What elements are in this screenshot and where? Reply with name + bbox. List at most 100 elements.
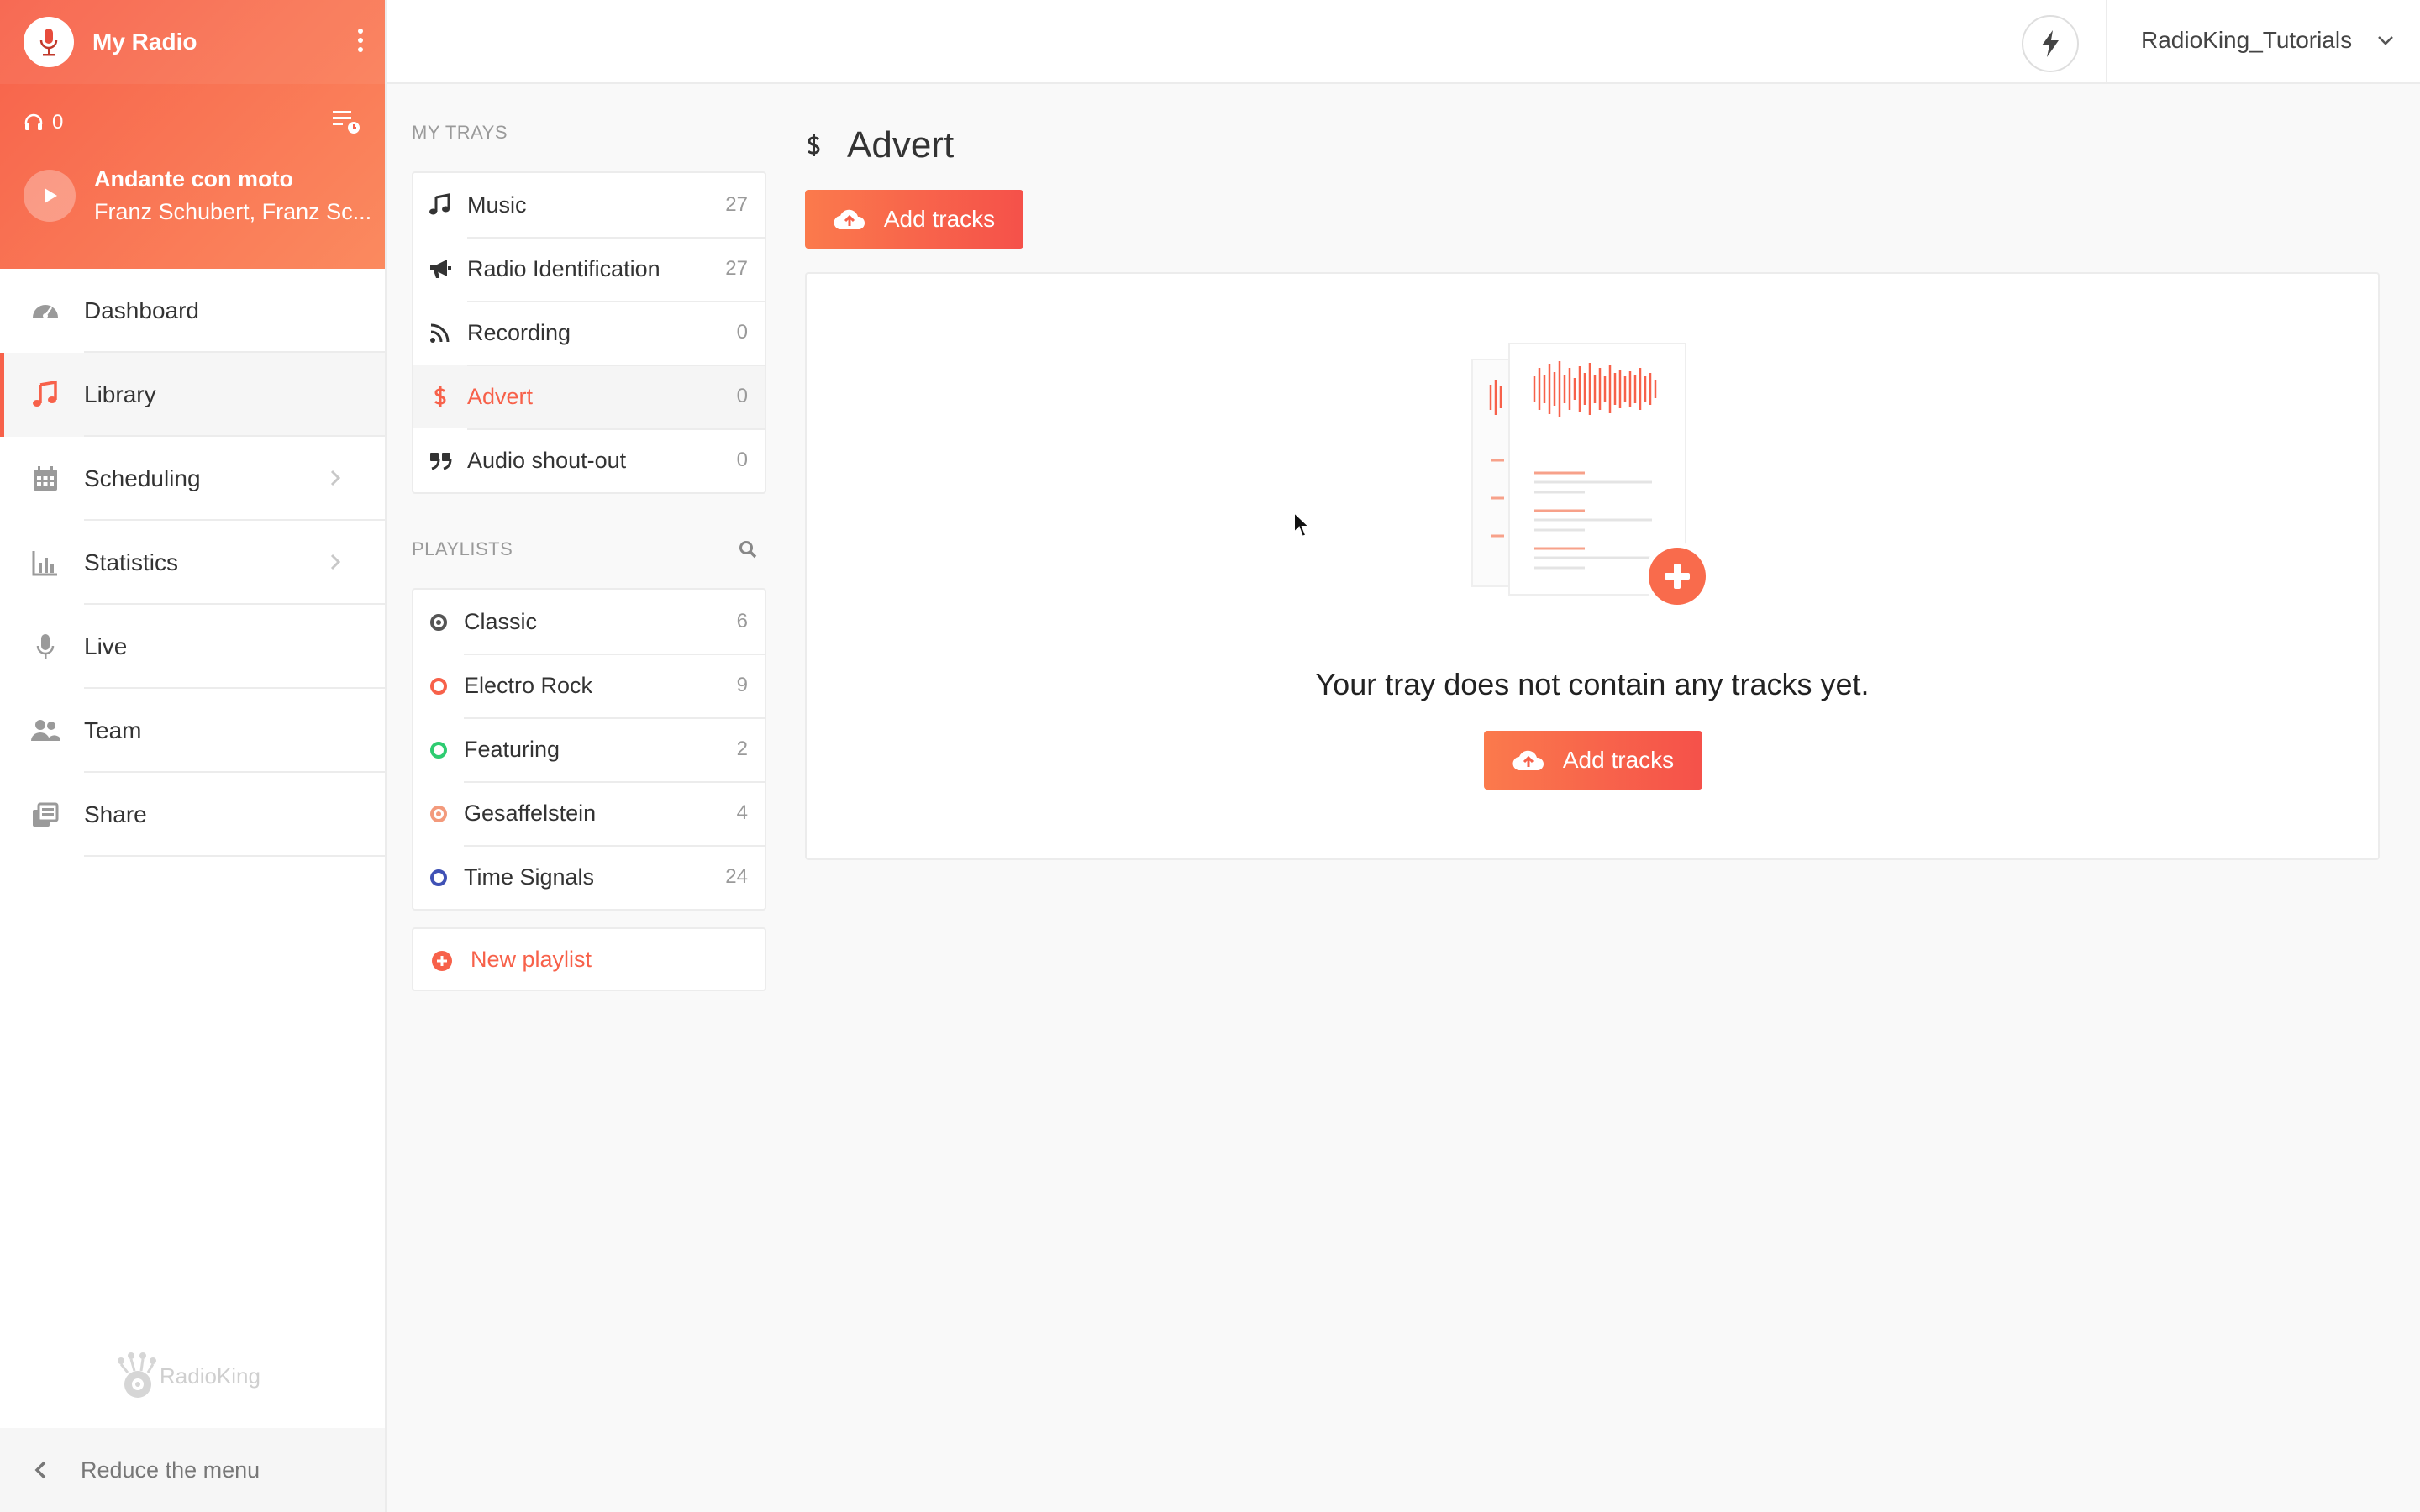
topbar: RadioKing_Tutorials [387,0,2420,84]
playlist-color-dot [430,614,447,631]
tray-item-audio-shout-out[interactable]: Audio shout-out 0 [413,428,765,492]
playlist-count: 2 [736,738,748,760]
nav-item-dashboard[interactable]: Dashboard [0,269,385,353]
share-icon [30,800,60,830]
playlist-count: 9 [736,674,748,696]
playlist-item-classic[interactable]: Classic 6 [413,590,765,654]
tray-item-music[interactable]: Music 27 [413,173,765,237]
empty-tray-illustration [1471,343,1711,610]
search-icon[interactable] [738,539,758,559]
kebab-menu-icon[interactable] [358,29,363,56]
topbar-divider [2106,0,2107,84]
nav-label: Live [84,633,128,659]
bullhorn-icon [429,257,452,281]
new-playlist-label: New playlist [471,946,592,972]
add-tracks-label: Add tracks [1562,747,1675,773]
cloud-upload-icon [834,209,865,230]
cloud-upload-icon [1512,750,1544,771]
radio-title-row[interactable]: My Radio [0,0,385,84]
track-info: Andante con moto Franz Schubert, Franz S… [94,166,380,225]
nav-label: Team [84,717,142,743]
playlist-label: Electro Rock [464,672,593,698]
tray-label: Audio shout-out [467,447,627,473]
username: RadioKing_Tutorials [2141,27,2353,53]
reduce-menu-button[interactable]: Reduce the menu [0,1428,385,1512]
tray-count: 0 [736,385,748,407]
brand-name: RadioKing [160,1362,260,1389]
playlist-label: Time Signals [464,864,595,890]
playlist-item-time-signals[interactable]: Time Signals 24 [413,845,765,909]
playlist-color-dot [430,806,447,822]
music-icon [429,193,452,217]
playlist-label: Gesaffelstein [464,800,597,826]
tray-item-recording[interactable]: Recording 0 [413,301,765,365]
tray-count: 0 [736,321,748,344]
music-note-icon [30,380,60,410]
add-tracks-button[interactable]: Add tracks [805,190,1023,249]
tray-item-radio-identification[interactable]: Radio Identification 27 [413,237,765,301]
playlist-item-gesaffelstein[interactable]: Gesaffelstein 4 [413,781,765,845]
user-menu-dropdown[interactable]: RadioKing_Tutorials [2141,27,2394,54]
playlist-color-dot [430,742,447,759]
app-root: My Radio 0 Andante con moto Franz Schube… [0,0,2420,1512]
tray-label: Radio Identification [467,255,660,281]
sidebar: My Radio 0 Andante con moto Franz Schube… [0,0,387,1512]
playlists-heading: Playlists [412,533,766,566]
playlists-label: Playlists [412,538,513,559]
tray-label: Advert [467,383,534,409]
track-artist: Franz Schubert, Franz Sc... [94,199,372,224]
lightning-bolt-icon [2042,30,2059,57]
chevron-left-icon [34,1461,46,1479]
tray-count: 27 [725,257,748,280]
radio-logo [24,17,74,67]
nav-label: Statistics [84,549,179,575]
nav-item-team[interactable]: Team [0,689,385,773]
trays-panel: Music 27 Radio Identification 27 Recordi… [412,171,766,494]
playlist-count: 4 [736,801,748,824]
users-icon [30,716,60,746]
radioking-brand-logo: RadioKing [109,1349,260,1403]
queue-schedule-icon[interactable] [331,106,361,136]
bar-chart-icon [30,548,60,578]
tray-count: 27 [725,193,748,216]
page-title-text: Advert [847,124,955,165]
dollar-icon [429,385,452,408]
add-tracks-button-empty-state[interactable]: Add tracks [1484,731,1702,790]
tray-label: Music [467,192,527,218]
nav-label: Dashboard [84,297,199,323]
add-tracks-label: Add tracks [883,206,996,232]
microphone-logo-icon [39,29,58,56]
dashboard-icon [30,296,60,326]
headphones-icon [24,113,43,130]
radio-header: My Radio 0 Andante con moto Franz Schube… [0,0,385,269]
nav-label: Share [84,801,147,827]
radioking-crown-icon [118,1352,156,1398]
playlist-item-featuring[interactable]: Featuring 2 [413,717,765,781]
new-playlist-button[interactable]: New playlist [412,927,766,991]
tray-item-advert[interactable]: Advert 0 [413,365,765,428]
playlist-item-electro-rock[interactable]: Electro Rock 9 [413,654,765,717]
playlist-color-dot [430,678,447,695]
tray-count: 0 [736,449,748,471]
dollar-icon [807,134,820,156]
chevron-right-icon [330,470,341,486]
quote-icon [429,449,452,472]
playlist-count: 6 [736,610,748,633]
calendar-icon [30,464,60,494]
trays-column: My trays Music 27 Radio Identification 2… [412,84,766,991]
empty-tray-message: Your tray does not contain any tracks ye… [1315,667,1870,701]
play-icon [45,188,57,203]
chevron-right-icon [330,554,341,570]
nav-item-library[interactable]: Library [0,353,385,437]
playlist-label: Featuring [464,736,560,762]
quick-actions-button[interactable] [2022,15,2079,72]
nav-item-statistics[interactable]: Statistics [0,521,385,605]
tray-content-card: Your tray does not contain any tracks ye… [805,272,2380,860]
nav-item-scheduling[interactable]: Scheduling [0,437,385,521]
playlist-label: Classic [464,608,538,634]
main-nav: Dashboard Library Scheduling Statistics … [0,269,385,857]
nav-item-share[interactable]: Share [0,773,385,857]
tray-label: Recording [467,319,571,345]
play-button[interactable] [24,170,76,222]
nav-item-live[interactable]: Live [0,605,385,689]
